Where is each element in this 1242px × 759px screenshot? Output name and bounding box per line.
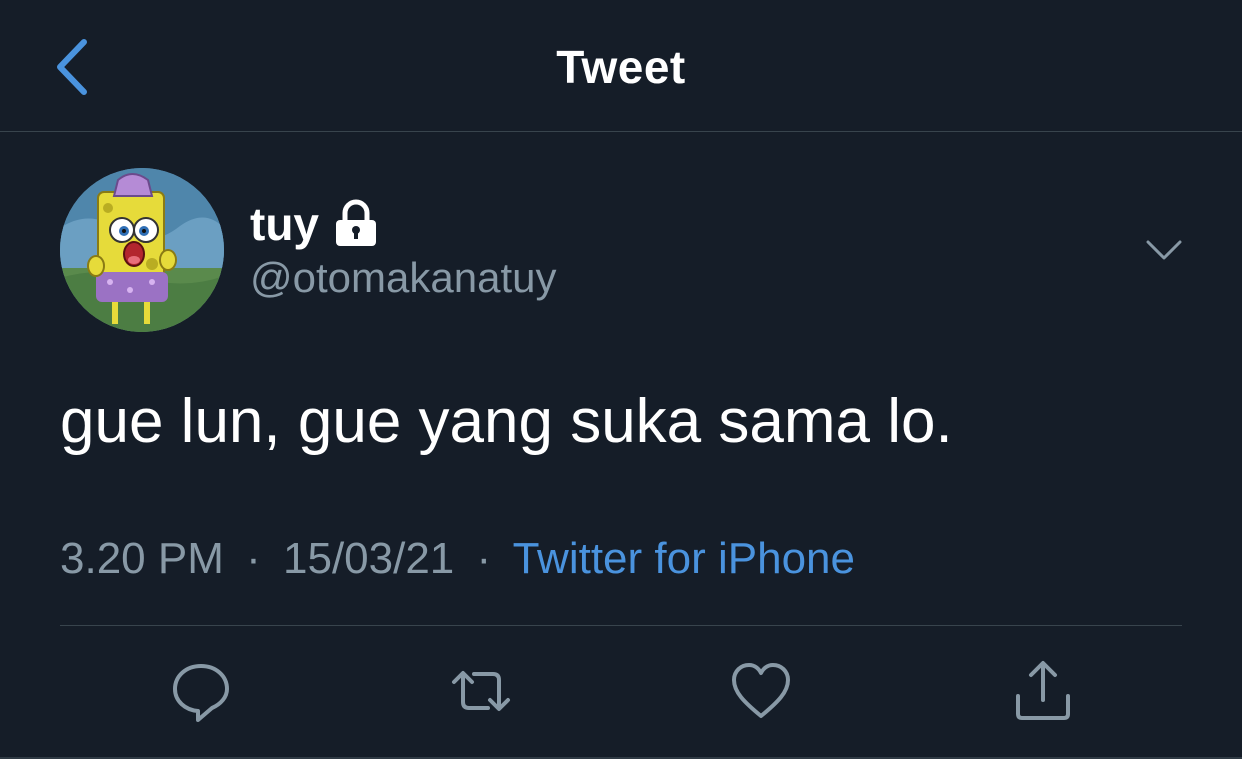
- chevron-down-icon: [1146, 240, 1182, 260]
- author-handle[interactable]: @otomakanatuy: [250, 254, 556, 302]
- avatar[interactable]: [60, 168, 224, 332]
- author-name-row[interactable]: tuy: [250, 196, 379, 252]
- tweet-meta: 3.20 PM · 15/03/21 · Twitter for iPhone: [60, 534, 855, 584]
- tweet-date: 15/03/21: [283, 534, 455, 583]
- like-button[interactable]: [726, 656, 796, 726]
- retweet-icon: [452, 671, 510, 711]
- avatar-image: [60, 168, 224, 332]
- divider: [60, 625, 1182, 626]
- meta-separator: ·: [246, 534, 261, 583]
- share-icon: [1016, 661, 1070, 720]
- tweet-time: 3.20 PM: [60, 534, 224, 583]
- reply-button[interactable]: [166, 656, 236, 726]
- tweet-source-link[interactable]: Twitter for iPhone: [513, 534, 855, 583]
- tweet-text: gue lun, gue yang suka sama lo.: [60, 387, 953, 456]
- display-name[interactable]: tuy: [250, 197, 319, 251]
- share-button[interactable]: [1008, 656, 1078, 726]
- reply-icon: [173, 664, 229, 722]
- retweet-button[interactable]: [446, 656, 516, 726]
- more-options-button[interactable]: [1140, 230, 1188, 270]
- meta-separator: ·: [476, 534, 492, 583]
- page-title: Tweet: [556, 41, 686, 93]
- top-nav-bar: Tweet: [0, 0, 1242, 132]
- heart-icon: [732, 663, 790, 718]
- lock-icon: [336, 199, 376, 246]
